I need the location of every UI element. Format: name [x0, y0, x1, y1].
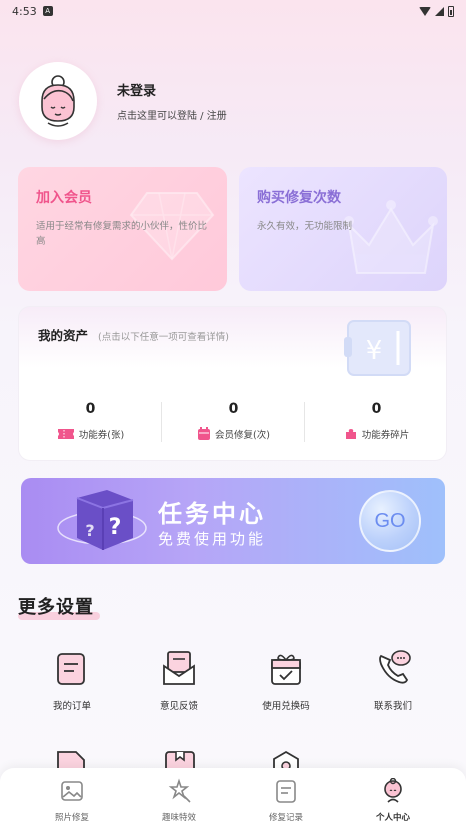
redeem-code-item[interactable]: 使用兑换码	[246, 648, 326, 712]
profile-login[interactable]: 未登录 点击这里可以登陆 / 注册	[19, 62, 227, 140]
order-icon	[57, 653, 85, 685]
ticket-icon	[57, 429, 74, 439]
stat-coupon-fragments-value: 0	[371, 401, 382, 417]
mystery-box-icon: ? ?	[57, 490, 147, 550]
calendar-icon	[198, 427, 211, 440]
record-icon	[276, 780, 296, 803]
task-center-title: 任务中心	[158, 500, 266, 528]
redeem-code-label: 使用兑换码	[262, 701, 310, 712]
profile-icon	[384, 777, 402, 803]
stat-coupons-label: 功能券(张)	[78, 430, 125, 441]
notification-icon: A	[42, 6, 53, 16]
status-time: 4:53	[12, 4, 37, 18]
nav-repair-records-label: 修复记录	[268, 813, 303, 823]
my-assets-panel[interactable]: 我的资产 (点击以下任意一项可查看详情) ¥ 0 功能券(张) 0 会员修复(次…	[18, 306, 447, 461]
assets-title: 我的资产	[38, 328, 89, 343]
puzzle-icon	[345, 429, 356, 439]
nav-fun-effects-label: 趣味特效	[161, 813, 196, 823]
nav-profile-center[interactable]: 个人中心	[353, 777, 433, 823]
join-member-card[interactable]: 加入会员 适用于经常有修复需求的小伙伴，性价比高	[18, 167, 227, 291]
buy-repairs-desc: 永久有效，无功能限制	[257, 221, 353, 232]
more-settings-title: 更多设置	[18, 597, 94, 618]
signal-icon	[435, 6, 444, 16]
avatar[interactable]	[19, 62, 97, 140]
nav-photo-repair-label: 照片修复	[54, 813, 89, 823]
stat-coupon-fragments-label: 功能券碎片	[361, 430, 410, 441]
crown-icon	[344, 200, 438, 274]
stat-member-repairs-label: 会员修复(次)	[215, 430, 270, 441]
buy-repairs-card[interactable]: 购买修复次数 永久有效，无功能限制	[239, 167, 447, 291]
feedback-label: 意见反馈	[159, 701, 198, 712]
avatar-girl-icon	[41, 75, 75, 127]
contact-us-item[interactable]: 联系我们	[353, 648, 433, 712]
bottom-nav: 照片修复 趣味特效 修复记录 个人中心	[0, 768, 466, 830]
login-title: 未登录	[117, 84, 157, 99]
stat-coupon-fragments[interactable]: 0 功能券碎片	[305, 401, 446, 441]
nav-repair-records[interactable]: 修复记录	[246, 778, 326, 823]
svg-text:?: ?	[85, 521, 94, 540]
status-bar: 4:53 A	[0, 0, 466, 22]
photo-icon	[61, 781, 83, 801]
feedback-item[interactable]: 意见反馈	[139, 648, 219, 712]
assets-hint: (点击以下任意一项可查看详情)	[98, 332, 229, 343]
my-orders-item[interactable]: 我的订单	[32, 648, 112, 712]
stat-member-repairs-value: 0	[228, 401, 239, 417]
feedback-icon	[163, 651, 195, 685]
stat-coupons[interactable]: 0 功能券(张)	[19, 401, 162, 441]
nav-photo-repair[interactable]: 照片修复	[32, 778, 112, 823]
battery-icon	[448, 5, 454, 17]
stat-coupons-value: 0	[85, 401, 96, 417]
stat-member-repairs[interactable]: 0 会员修复(次)	[162, 401, 305, 441]
yen-ticket-icon: ¥	[344, 320, 411, 376]
phone-icon	[379, 650, 411, 684]
task-center-subtitle: 免费使用功能	[158, 530, 267, 548]
join-member-desc: 适用于经常有修复需求的小伙伴，性价比高	[36, 221, 208, 247]
nav-profile-center-label: 个人中心	[375, 813, 410, 823]
magic-icon	[168, 778, 191, 803]
svg-text:¥: ¥	[366, 336, 383, 366]
login-subtitle: 点击这里可以登陆 / 注册	[117, 111, 227, 122]
gift-code-icon	[271, 654, 301, 685]
go-button[interactable]: GO	[359, 490, 421, 552]
contact-us-label: 联系我们	[373, 701, 412, 712]
wifi-icon	[419, 6, 431, 16]
nav-fun-effects[interactable]: 趣味特效	[139, 778, 219, 823]
svg-text:?: ?	[109, 515, 122, 540]
my-orders-label: 我的订单	[52, 701, 91, 712]
task-center-banner[interactable]: ? ? 任务中心 免费使用功能 GO	[21, 478, 445, 564]
